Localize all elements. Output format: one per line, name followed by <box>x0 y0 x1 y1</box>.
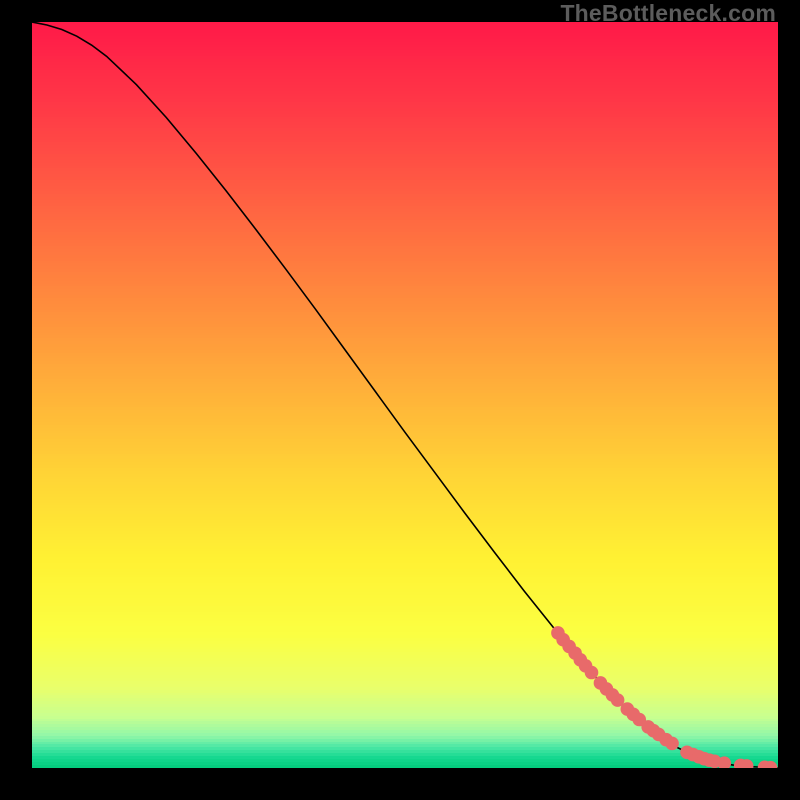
marker-group <box>551 626 777 768</box>
curve-marker <box>665 737 679 751</box>
curve-marker <box>585 666 599 680</box>
bottleneck-curve-path <box>32 22 778 768</box>
chart-svg <box>32 22 778 768</box>
plot-area <box>32 22 778 768</box>
chart-stage: TheBottleneck.com <box>0 0 800 800</box>
